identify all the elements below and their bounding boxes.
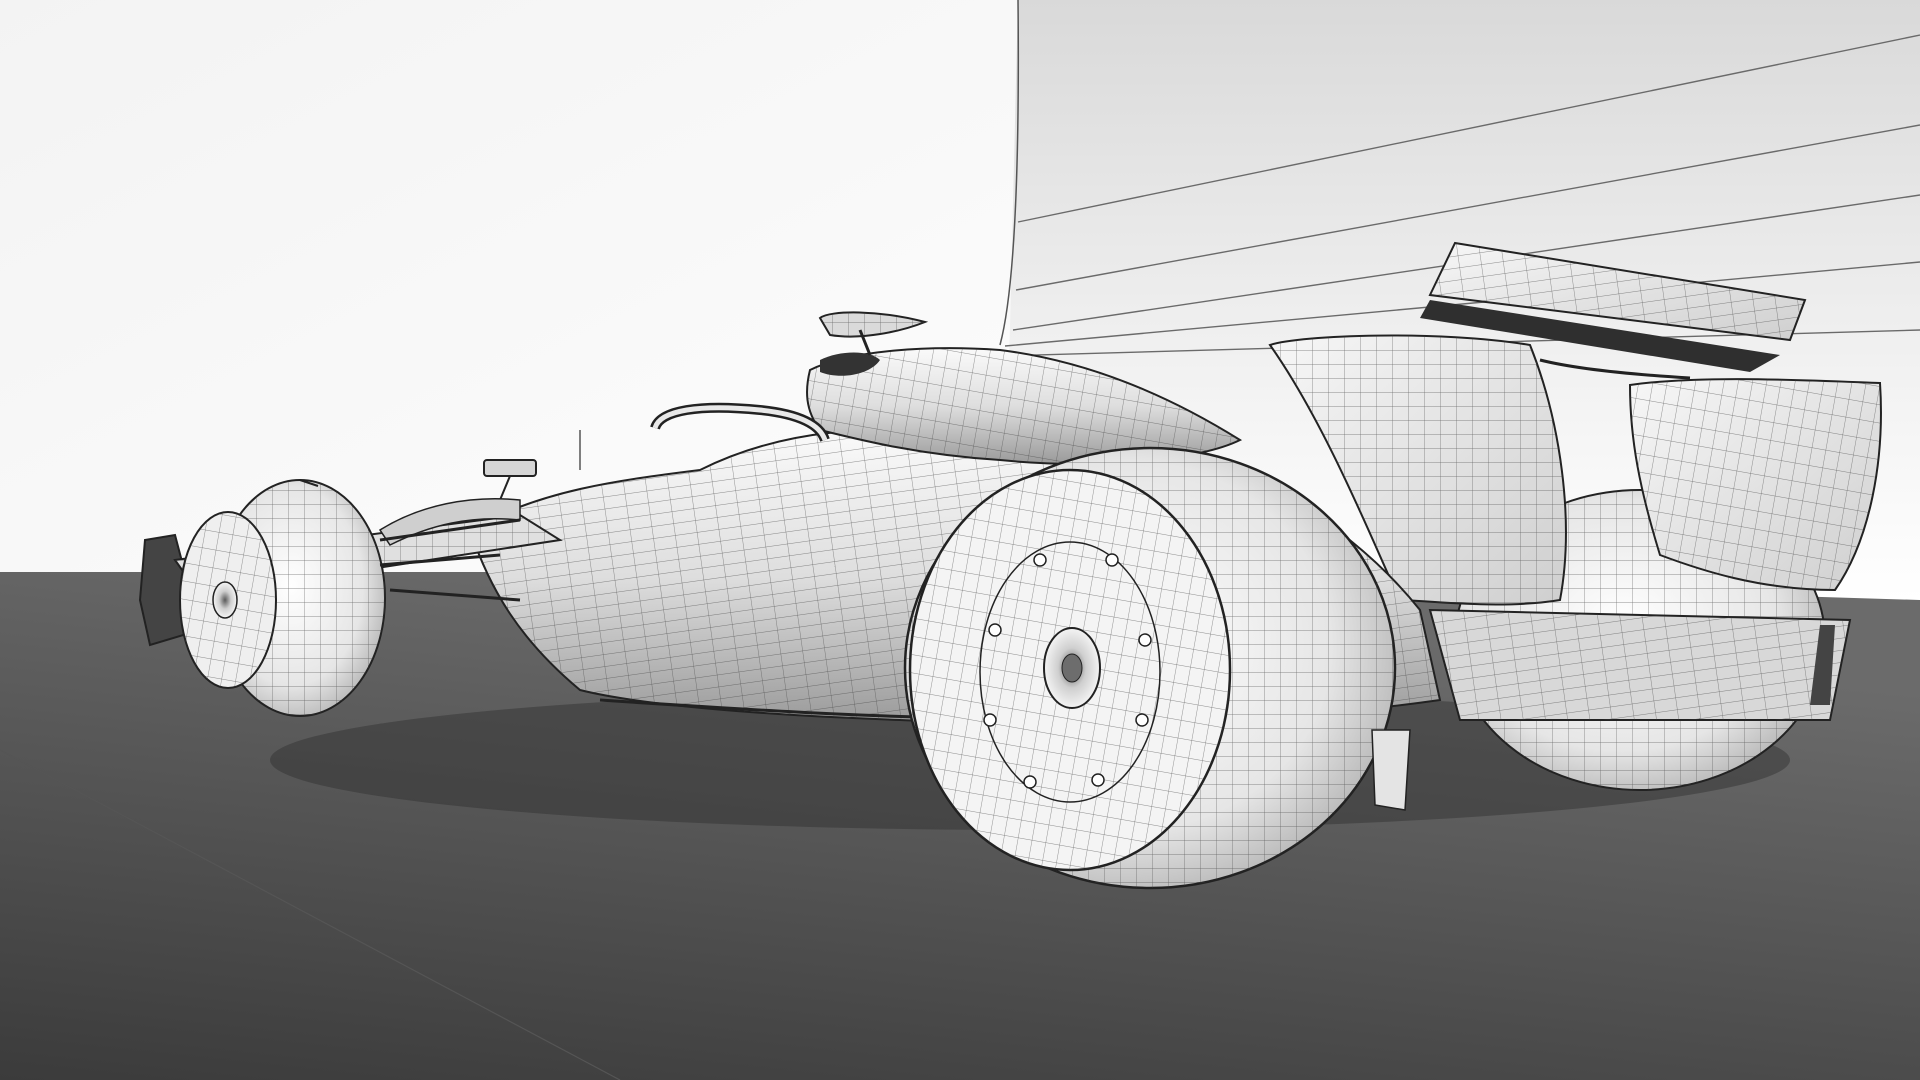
rear-floor-fin — [1371, 729, 1411, 811]
wireframe-car-render — [0, 0, 1920, 1080]
rear-diffuser — [1428, 608, 1852, 721]
rear-left-wheel — [903, 446, 1397, 890]
